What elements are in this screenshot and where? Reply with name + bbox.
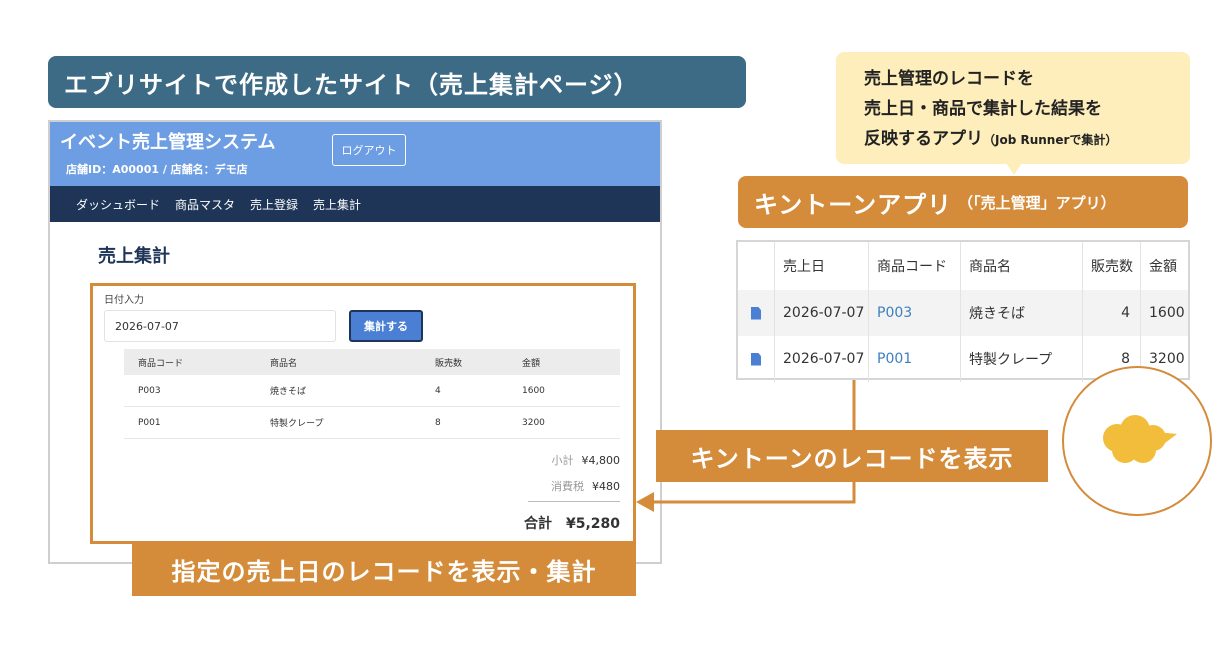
cell-amount: 3200 [522,417,545,428]
page-title-banner: エブリサイトで作成したサイト（売上集計ページ） [48,56,746,108]
total-row: 合計 ¥5,280 [524,513,620,533]
table-row[interactable]: 2026-07-07 P003 焼きそば 4 1600 [738,290,1188,336]
document-icon[interactable] [751,306,761,320]
subtotal-value: ¥4,800 [581,454,621,467]
cell-amount: 1600 [522,385,545,396]
header-spacer [738,242,775,290]
cell-quantity: 4 [1083,290,1141,336]
nav-item-dashboard[interactable]: ダッシュボード [76,196,160,213]
callout-tail [1006,163,1022,175]
header-amount: 金額 [522,358,541,369]
description-callout: 売上管理のレコードを 売上日・商品で集計した結果を 反映するアプリ（Job Ru… [836,52,1190,164]
header-quantity: 販売数 [435,358,463,369]
nav-item-sales-summary[interactable]: 売上集計 [313,196,361,213]
callout-line-3-main: 反映するアプリ [864,129,983,149]
date-input[interactable]: 2026-07-07 [104,310,336,342]
header-sales-date: 売上日 [775,242,869,290]
tax-value: ¥480 [592,480,620,493]
app-banner-title: キントーンアプリ [754,190,953,219]
cell-quantity: 8 [435,417,441,428]
kintone-cloud-icon [1103,415,1177,463]
logout-button[interactable]: ログアウト [332,134,406,166]
callout-line-3-note: （Job Runnerで集計） [983,133,1118,147]
callout-line-2: 売上日・商品で集計した結果を [864,99,1102,119]
site-nav: ダッシュボード 商品マスタ 売上登録 売上集計 [50,186,660,222]
cell-product-code: P001 [138,417,161,428]
cell-amount: 1600 [1149,305,1185,321]
store-info: 店舗ID：A00001 / 店舗名：デモ店 [66,163,248,176]
cell-product-code-link[interactable]: P001 [869,336,961,382]
site-title: イベント売上管理システム [60,132,276,153]
callout-line-3: 反映するアプリ（Job Runnerで集計） [864,124,1190,155]
kintone-logo-badge [1062,366,1212,516]
sum-divider [528,501,620,502]
document-icon[interactable] [751,352,761,366]
cell-product-name: 特製クレープ [270,419,324,429]
header-product-name: 商品名 [961,242,1083,290]
page-heading: 売上集計 [98,246,170,267]
summary-table: 商品コード 商品名 販売数 金額 P003 焼きそば 4 1600 P001 特… [124,349,620,439]
cell-product-name: 特製クレープ [961,336,1083,382]
cell-product-code: P003 [138,385,161,396]
table-row: P001 特製クレープ 8 3200 [124,407,620,439]
header-product-code: 商品コード [138,358,184,369]
table-header: 商品コード 商品名 販売数 金額 [124,349,620,375]
arrow-head [636,492,654,512]
tax-row: 消費税 ¥480 [551,478,620,494]
site-header: イベント売上管理システム 店舗ID：A00001 / 店舗名：デモ店 ログアウト [50,122,660,186]
tax-label: 消費税 [551,480,584,493]
cell-product-name: 焼きそば [270,387,307,397]
header-product-name: 商品名 [270,358,298,369]
cell-sales-date: 2026-07-07 [775,290,869,336]
app-banner-subtitle: （「売上管理」アプリ） [958,193,1116,212]
callout-line-1: 売上管理のレコードを [864,69,1034,89]
header-quantity: 販売数 [1083,242,1141,290]
header-amount: 金額 [1149,259,1177,275]
cell-sales-date: 2026-07-07 [775,336,869,382]
subtotal-row: 小計 ¥4,800 [552,452,621,468]
table-row: P003 焼きそば 4 1600 [124,375,620,407]
aggregate-button[interactable]: 集計する [349,310,423,342]
cell-quantity: 4 [435,385,441,396]
nav-item-sales-entry[interactable]: 売上登録 [250,196,298,213]
total-value: ¥5,280 [565,516,620,532]
nav-item-product-master[interactable]: 商品マスタ [175,196,235,213]
record-detail-link[interactable] [738,336,775,382]
cell-product-code-link[interactable]: P003 [869,290,961,336]
kintone-table-header: 売上日 商品コード 商品名 販売数 金額 [738,242,1188,290]
show-kintone-records-label: キントーンのレコードを表示 [656,430,1048,482]
header-product-code: 商品コード [869,242,961,290]
kintone-app-banner: キントーンアプリ （「売上管理」アプリ） [738,176,1188,228]
date-label: 日付入力 [104,295,144,306]
cell-product-name: 焼きそば [961,290,1083,336]
record-detail-link[interactable] [738,290,775,336]
total-label: 合計 [523,516,552,532]
kintone-record-table: 売上日 商品コード 商品名 販売数 金額 2026-07-07 P003 焼きそ… [736,240,1190,382]
display-aggregate-label: 指定の売上日のレコードを表示・集計 [132,542,636,596]
subtotal-label: 小計 [551,454,574,467]
